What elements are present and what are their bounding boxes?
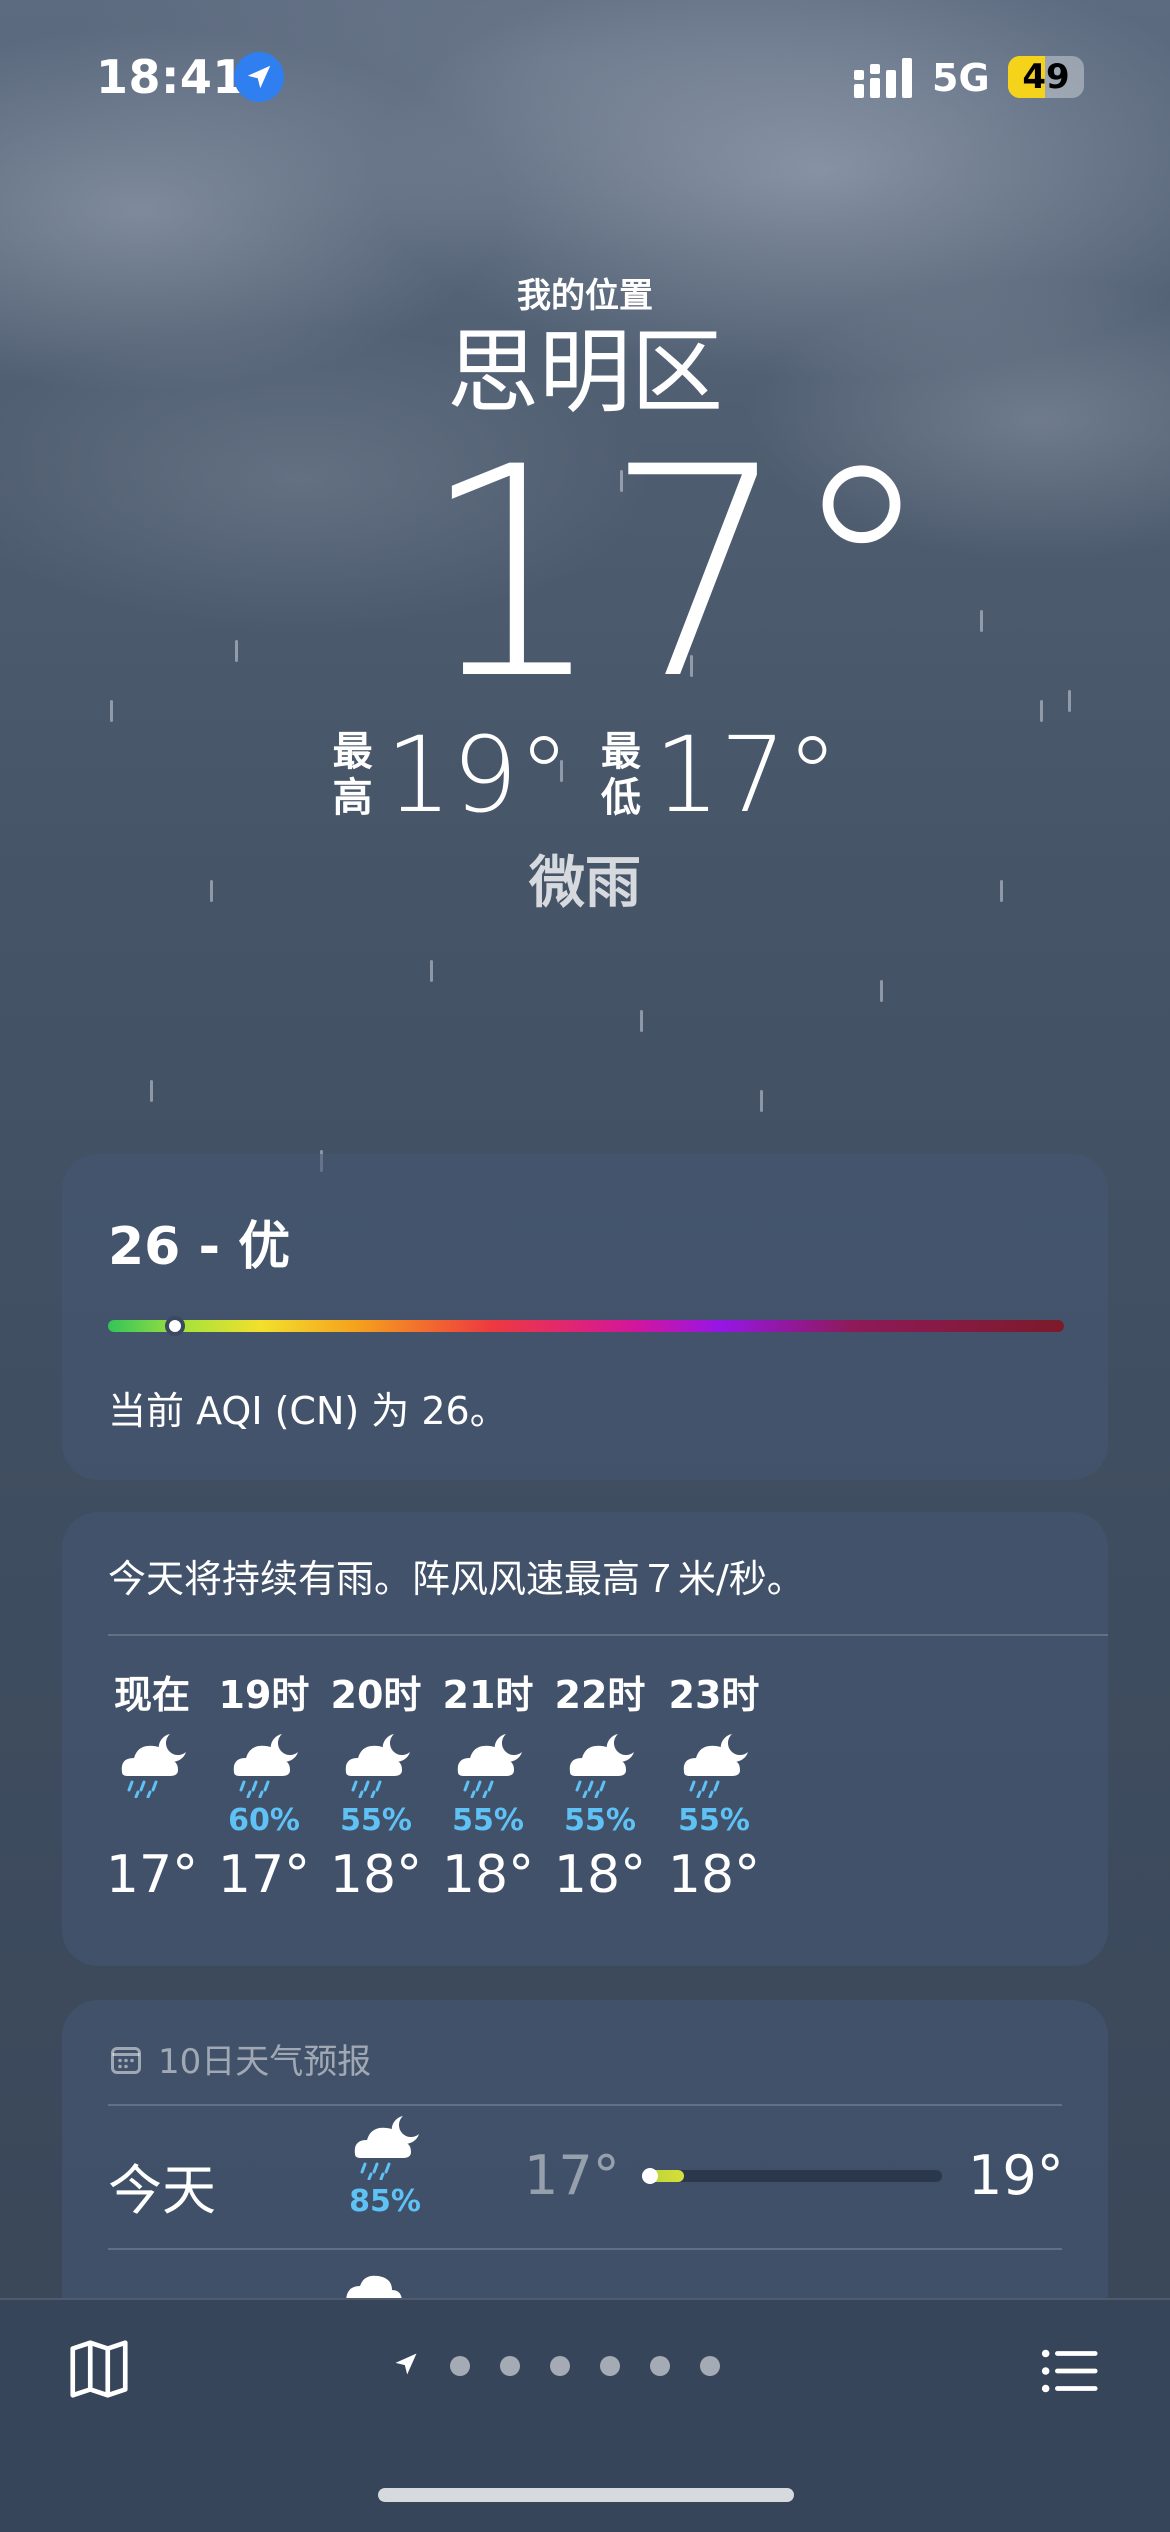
cloud-moon-rain-icon [345,2116,425,2184]
hour-label: 23时 [668,1673,760,1717]
day-name: 今天 [108,2159,216,2222]
cloud-moon-rain-icon [224,1728,304,1802]
hourly-summary: 今天将持续有雨。阵风风速最高７米/秒。 [108,1557,805,1601]
air-quality-card[interactable]: 26 - 优 当前 AQI (CN) 为 26。 [62,1154,1108,1480]
raindrop [880,980,883,1002]
cloud-moon-rain-icon [112,1728,192,1802]
battery-percent: 49 [1022,57,1070,97]
hour-precipitation: 60% [228,1803,300,1838]
day-low: 17° [524,2144,620,2207]
hour-precipitation: 55% [452,1803,524,1838]
hourly-forecast-card[interactable]: 今天将持续有雨。阵风风速最高７米/秒。 现在 17° 19时 60% 17° 20时 55%… [62,1512,1108,1966]
raindrop [760,1090,763,1112]
low-temperature: 17° [654,714,839,836]
battery-icon: 49 [1008,56,1084,98]
day-precipitation: 85% [349,2184,421,2219]
hour-item: 21时 55% 18° [428,1670,548,1910]
hour-label: 现在 [113,1673,190,1717]
hour-label: 19时 [218,1673,310,1717]
page-dot[interactable] [600,2356,620,2376]
hour-temperature: 18° [329,1845,423,1905]
raindrop [430,960,433,982]
temperature-range-bar [642,2168,942,2184]
page-dot[interactable] [500,2356,520,2376]
map-icon[interactable] [64,2334,134,2404]
page-dot[interactable] [650,2356,670,2376]
status-time: 18:41 [96,50,245,104]
my-location-label: 我的位置 [517,276,653,316]
day-weather: 85% [330,2110,440,2219]
page-dot[interactable] [450,2356,470,2376]
hour-temperature: 17° [217,1845,311,1905]
aqi-scale-bar [108,1316,1064,1336]
home-indicator[interactable] [378,2488,794,2502]
current-location-page-icon[interactable] [392,2350,420,2382]
high-group: 最高 19° [332,720,570,830]
hour-temperature: 18° [441,1845,535,1905]
raindrop [640,1010,643,1032]
network-type: 5G [932,56,990,100]
page-dot[interactable] [700,2356,720,2376]
divider [108,2248,1062,2250]
page-dot[interactable] [550,2356,570,2376]
hour-precipitation: 55% [678,1803,750,1838]
location-arrow-icon [234,52,284,102]
weather-condition: 微雨 [529,851,641,916]
hour-item: 20时 55% 18° [316,1670,436,1910]
hour-temperature: 18° [553,1845,647,1905]
cloud-moon-rain-icon [336,1728,416,1802]
hour-label: 22时 [554,1673,646,1717]
hour-precipitation [92,1802,212,1840]
divider [108,1634,1108,1636]
aqi-title: 26 - 优 [108,1217,291,1277]
current-temperature: 17° [420,406,935,743]
aqi-indicator [165,1316,186,1336]
list-icon[interactable] [1034,2336,1104,2406]
high-label: 最高 [332,729,373,821]
low-label: 最低 [601,729,641,821]
hour-precipitation: 55% [340,1803,412,1838]
hour-item: 23时 55% 18° [654,1670,774,1910]
signal-icon [854,58,914,98]
page-indicator[interactable] [392,2350,720,2382]
hour-item: 现在 17° [92,1670,212,1910]
raindrop [1068,690,1071,712]
day-high: 19° [968,2144,1064,2207]
raindrop [1040,700,1043,722]
raindrop [980,610,983,632]
high-temperature: 19° [385,714,570,836]
hour-label: 21时 [442,1673,534,1717]
raindrop [150,1080,153,1102]
current-temp-dot [642,2168,658,2184]
calendar-icon [111,2046,141,2074]
aqi-description: 当前 AQI (CN) 为 26。 [108,1389,508,1433]
raindrop [110,700,113,722]
low-group: 最低 17° [600,720,838,830]
high-low: 最高 19° 最低 17° [0,720,1170,830]
hour-item: 22时 55% 18° [540,1670,660,1910]
cloud-moon-rain-icon [560,1728,640,1802]
raindrop [235,640,238,662]
ten-day-title: 10日天气预报 [158,2042,372,2082]
divider [108,2104,1062,2106]
hour-item: 19时 60% 17° [204,1670,324,1910]
cloud-moon-rain-icon [674,1728,754,1802]
hour-temperature: 18° [667,1845,761,1905]
ten-day-header: 10日天气预报 [108,2034,371,2083]
hour-label: 20时 [330,1673,422,1717]
cloud-moon-rain-icon [448,1728,528,1802]
hour-temperature: 17° [105,1845,199,1905]
hour-precipitation: 55% [564,1803,636,1838]
